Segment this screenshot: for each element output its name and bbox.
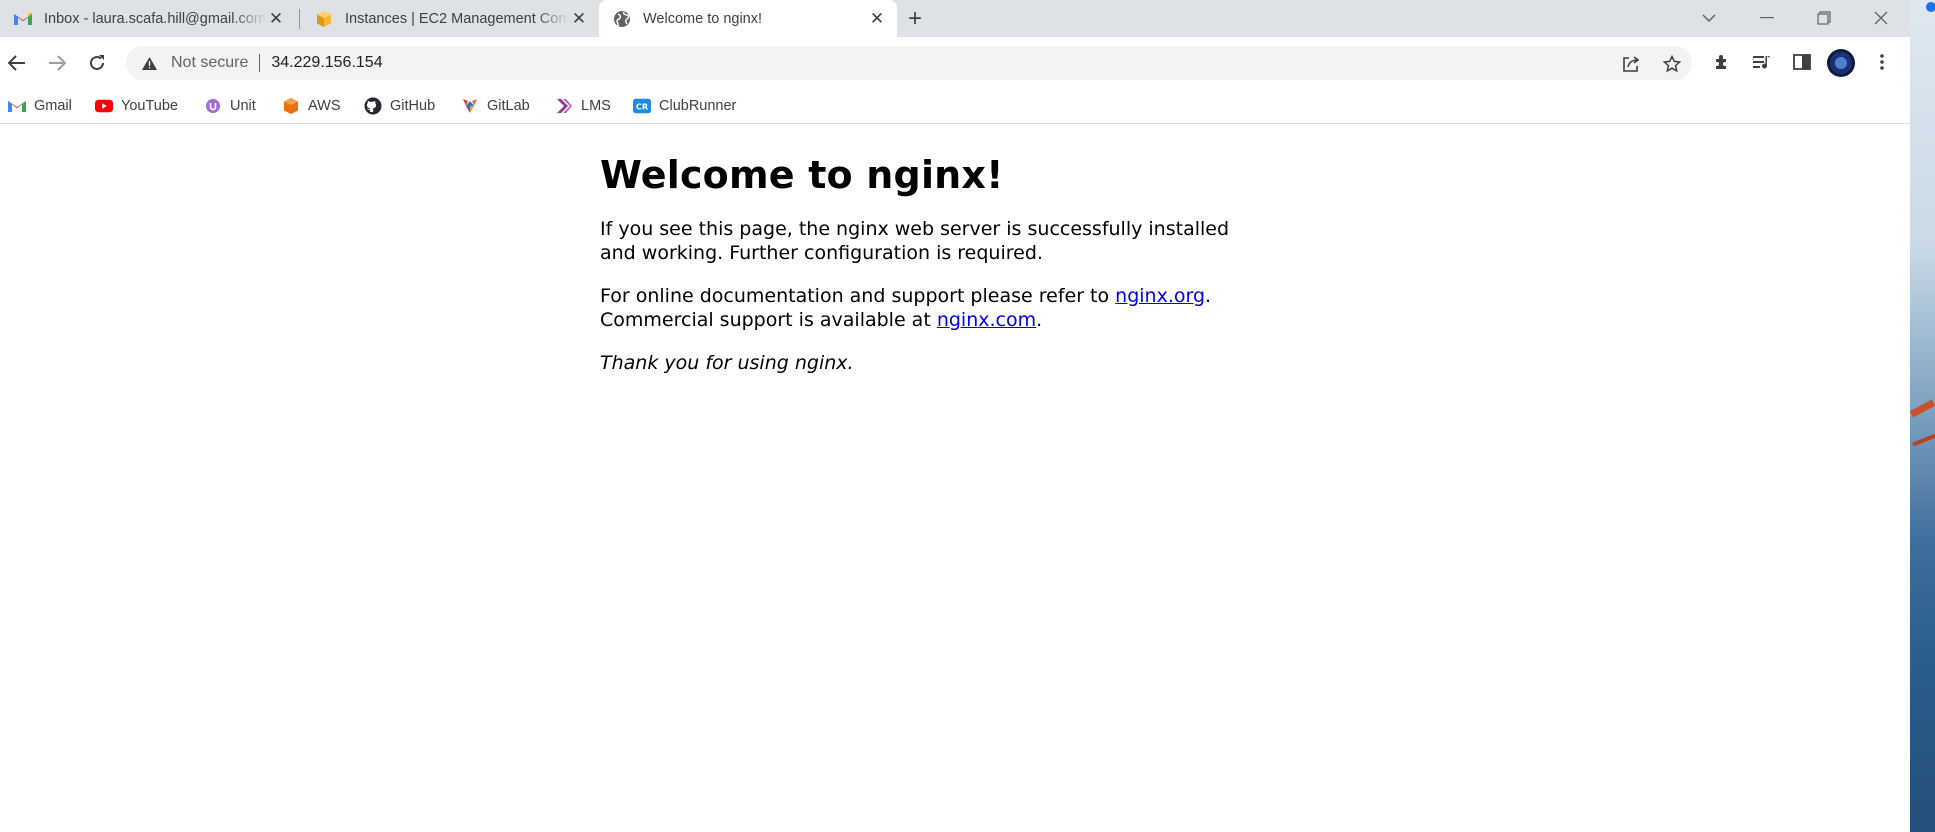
tab-search-icon[interactable] [1694, 3, 1724, 33]
new-tab-button[interactable]: + [903, 5, 927, 32]
nginx-welcome-content: Welcome to nginx! If you see this page, … [600, 153, 1260, 394]
close-tab-icon[interactable]: ✕ [266, 9, 286, 29]
tab-strip: Inbox - laura.scafa.hill@gmail.com - Gma… [0, 0, 1910, 37]
bookmark-gitlab[interactable]: GitLab [461, 94, 530, 118]
github-icon [364, 97, 382, 115]
tab-title: Welcome to nginx! [643, 10, 763, 27]
wallpaper-detail [1909, 399, 1935, 418]
bookmark-clubrunner[interactable]: CR ClubRunner [633, 94, 736, 118]
extensions-icon[interactable] [1710, 50, 1734, 74]
svg-text:CR: CR [636, 102, 649, 112]
install-message: If you see this page, the nginx web serv… [600, 217, 1260, 265]
tab-separator [299, 9, 300, 29]
close-window-icon[interactable] [1866, 3, 1896, 33]
address-bar[interactable]: Not secure 34.229.156.154 [126, 46, 1692, 80]
tab-nginx[interactable]: Welcome to nginx! ✕ [599, 0, 897, 37]
bookmark-youtube[interactable]: YouTube [95, 94, 178, 118]
wallpaper-detail [1926, 2, 1935, 12]
nginx-com-link[interactable]: nginx.com [937, 309, 1036, 331]
omnibox-divider [259, 54, 261, 72]
warning-icon[interactable] [141, 54, 159, 72]
tab-title: Instances | EC2 Management Console [345, 10, 569, 27]
globe-icon [613, 10, 631, 28]
gmail-icon [8, 97, 26, 115]
tab-ec2[interactable]: Instances | EC2 Management Console ✕ [301, 0, 599, 37]
page-viewport: Welcome to nginx! If you see this page, … [0, 125, 1910, 832]
url-text[interactable]: 34.229.156.154 [271, 54, 382, 72]
close-tab-icon[interactable]: ✕ [867, 9, 887, 29]
bookmark-label: GitLab [487, 98, 530, 114]
aws-cube-icon [282, 97, 300, 115]
gitlab-icon [461, 97, 479, 115]
bookmark-label: GitHub [390, 98, 436, 114]
bookmark-unit[interactable]: Unit [204, 94, 256, 118]
aws-cube-icon [315, 10, 333, 28]
gmail-icon [14, 10, 32, 28]
tab-gmail[interactable]: Inbox - laura.scafa.hill@gmail.com - Gma… [0, 0, 296, 37]
browser-window: Inbox - laura.scafa.hill@gmail.com - Gma… [0, 0, 1910, 832]
install-text: If you see this page, the nginx web serv… [600, 218, 1230, 264]
bookmark-gmail[interactable]: Gmail [8, 94, 72, 118]
minimize-icon[interactable] [1752, 3, 1782, 33]
reload-icon[interactable] [84, 50, 110, 76]
commercial-text: Commercial support is available at [600, 309, 937, 331]
bookmark-label: YouTube [121, 98, 178, 114]
unit-icon [204, 97, 222, 115]
documentation-message: For online documentation and support ple… [600, 284, 1260, 332]
restore-icon[interactable] [1809, 3, 1839, 33]
profile-avatar[interactable] [1827, 49, 1855, 77]
thanks-text: Thank you for using nginx. [600, 352, 854, 374]
commercial-period: . [1036, 309, 1043, 331]
desktop-wallpaper-edge [1909, 0, 1935, 832]
bookmark-lms[interactable]: LMS [555, 94, 611, 118]
toolbar: Not secure 34.229.156.154 [0, 37, 1910, 88]
share-icon[interactable] [1621, 54, 1641, 74]
media-control-icon[interactable] [1750, 50, 1774, 74]
nginx-org-link[interactable]: nginx.org [1115, 285, 1205, 307]
doc-text: For online documentation and support ple… [600, 285, 1116, 307]
doc-period: . [1205, 285, 1212, 307]
close-tab-icon[interactable]: ✕ [569, 9, 589, 29]
bookmark-aws[interactable]: AWS [282, 94, 341, 118]
bookmark-label: LMS [581, 98, 611, 114]
bookmark-label: AWS [308, 98, 341, 114]
bookmark-github[interactable]: GitHub [364, 94, 435, 118]
star-icon[interactable] [1662, 54, 1682, 74]
page-title: Welcome to nginx! [600, 153, 1004, 197]
security-label[interactable]: Not secure [171, 54, 248, 72]
thanks-message: Thank you for using nginx. [600, 351, 1260, 375]
clubrunner-icon: CR [633, 97, 651, 115]
bookmark-label: Unit [230, 98, 256, 114]
bookmark-label: ClubRunner [659, 98, 737, 114]
youtube-icon [95, 97, 113, 115]
wallpaper-detail [1912, 433, 1935, 447]
more-menu-icon[interactable] [1870, 50, 1894, 74]
lms-icon [555, 97, 573, 115]
side-panel-icon[interactable] [1790, 50, 1814, 74]
tab-title: Inbox - laura.scafa.hill@gmail.com - Gma… [44, 10, 266, 27]
forward-icon[interactable] [44, 50, 70, 76]
bookmarks-bar: Gmail YouTube Unit AWS GitHub GitLab LMS… [0, 88, 1910, 124]
bookmark-label: Gmail [34, 98, 72, 114]
back-icon[interactable] [4, 50, 30, 76]
